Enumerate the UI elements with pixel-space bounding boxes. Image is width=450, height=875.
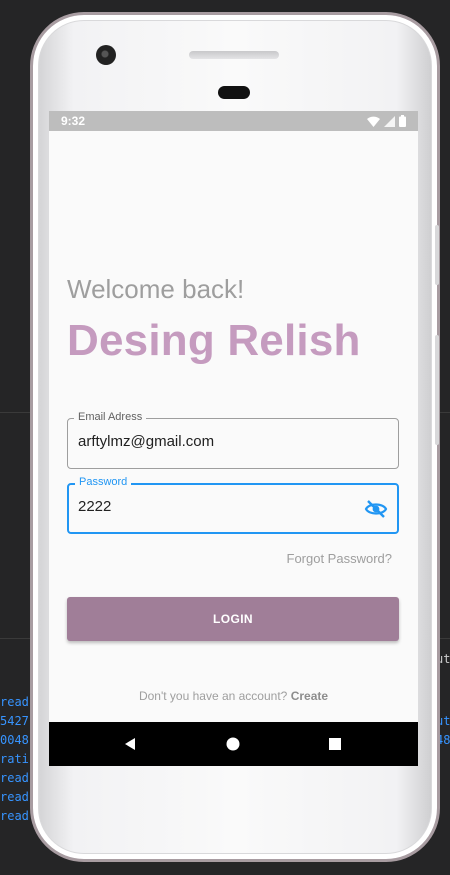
console-line: read	[0, 771, 29, 785]
app-screen: 9:32 Welcome back! Desing Relish Email A…	[49, 111, 418, 766]
forgot-password-link[interactable]: Forgot Password?	[287, 551, 393, 566]
home-icon[interactable]	[225, 736, 241, 752]
signup-text: Don't you have an account?	[138, 689, 288, 703]
status-time: 9:32	[61, 114, 86, 128]
recents-icon[interactable]	[327, 736, 343, 752]
eye-off-icon[interactable]	[364, 497, 388, 521]
email-label: Email Adress	[74, 411, 147, 423]
email-input[interactable]	[78, 433, 358, 450]
camera-icon	[96, 45, 116, 65]
proximity-sensor	[218, 86, 250, 99]
brand-title: Desing Relish	[67, 316, 361, 365]
wifi-icon	[367, 116, 380, 127]
speaker-grille	[189, 51, 279, 59]
welcome-heading: Welcome back!	[67, 274, 245, 304]
signup-prompt: Don't you have an account? Create	[49, 689, 418, 703]
status-bar: 9:32	[49, 111, 418, 131]
password-label: Password	[75, 476, 132, 488]
login-button[interactable]: LOGIN	[67, 597, 399, 641]
create-account-link[interactable]: Create	[291, 689, 328, 703]
password-input[interactable]	[78, 498, 358, 515]
status-icons	[367, 115, 406, 127]
console-line: 0048	[0, 733, 29, 747]
console-line: read	[0, 695, 29, 709]
console-line: 5427	[0, 714, 29, 728]
password-field[interactable]: Password	[67, 476, 399, 534]
battery-icon	[399, 115, 406, 127]
volume-button	[435, 335, 439, 445]
console-line: rati	[0, 752, 29, 766]
email-field[interactable]: Email Adress	[67, 411, 399, 469]
console-line: read	[0, 790, 29, 804]
back-icon[interactable]	[122, 736, 138, 752]
navigation-bar	[49, 722, 418, 766]
signal-icon	[384, 115, 395, 127]
power-button	[435, 225, 439, 285]
console-line: read	[0, 809, 29, 823]
